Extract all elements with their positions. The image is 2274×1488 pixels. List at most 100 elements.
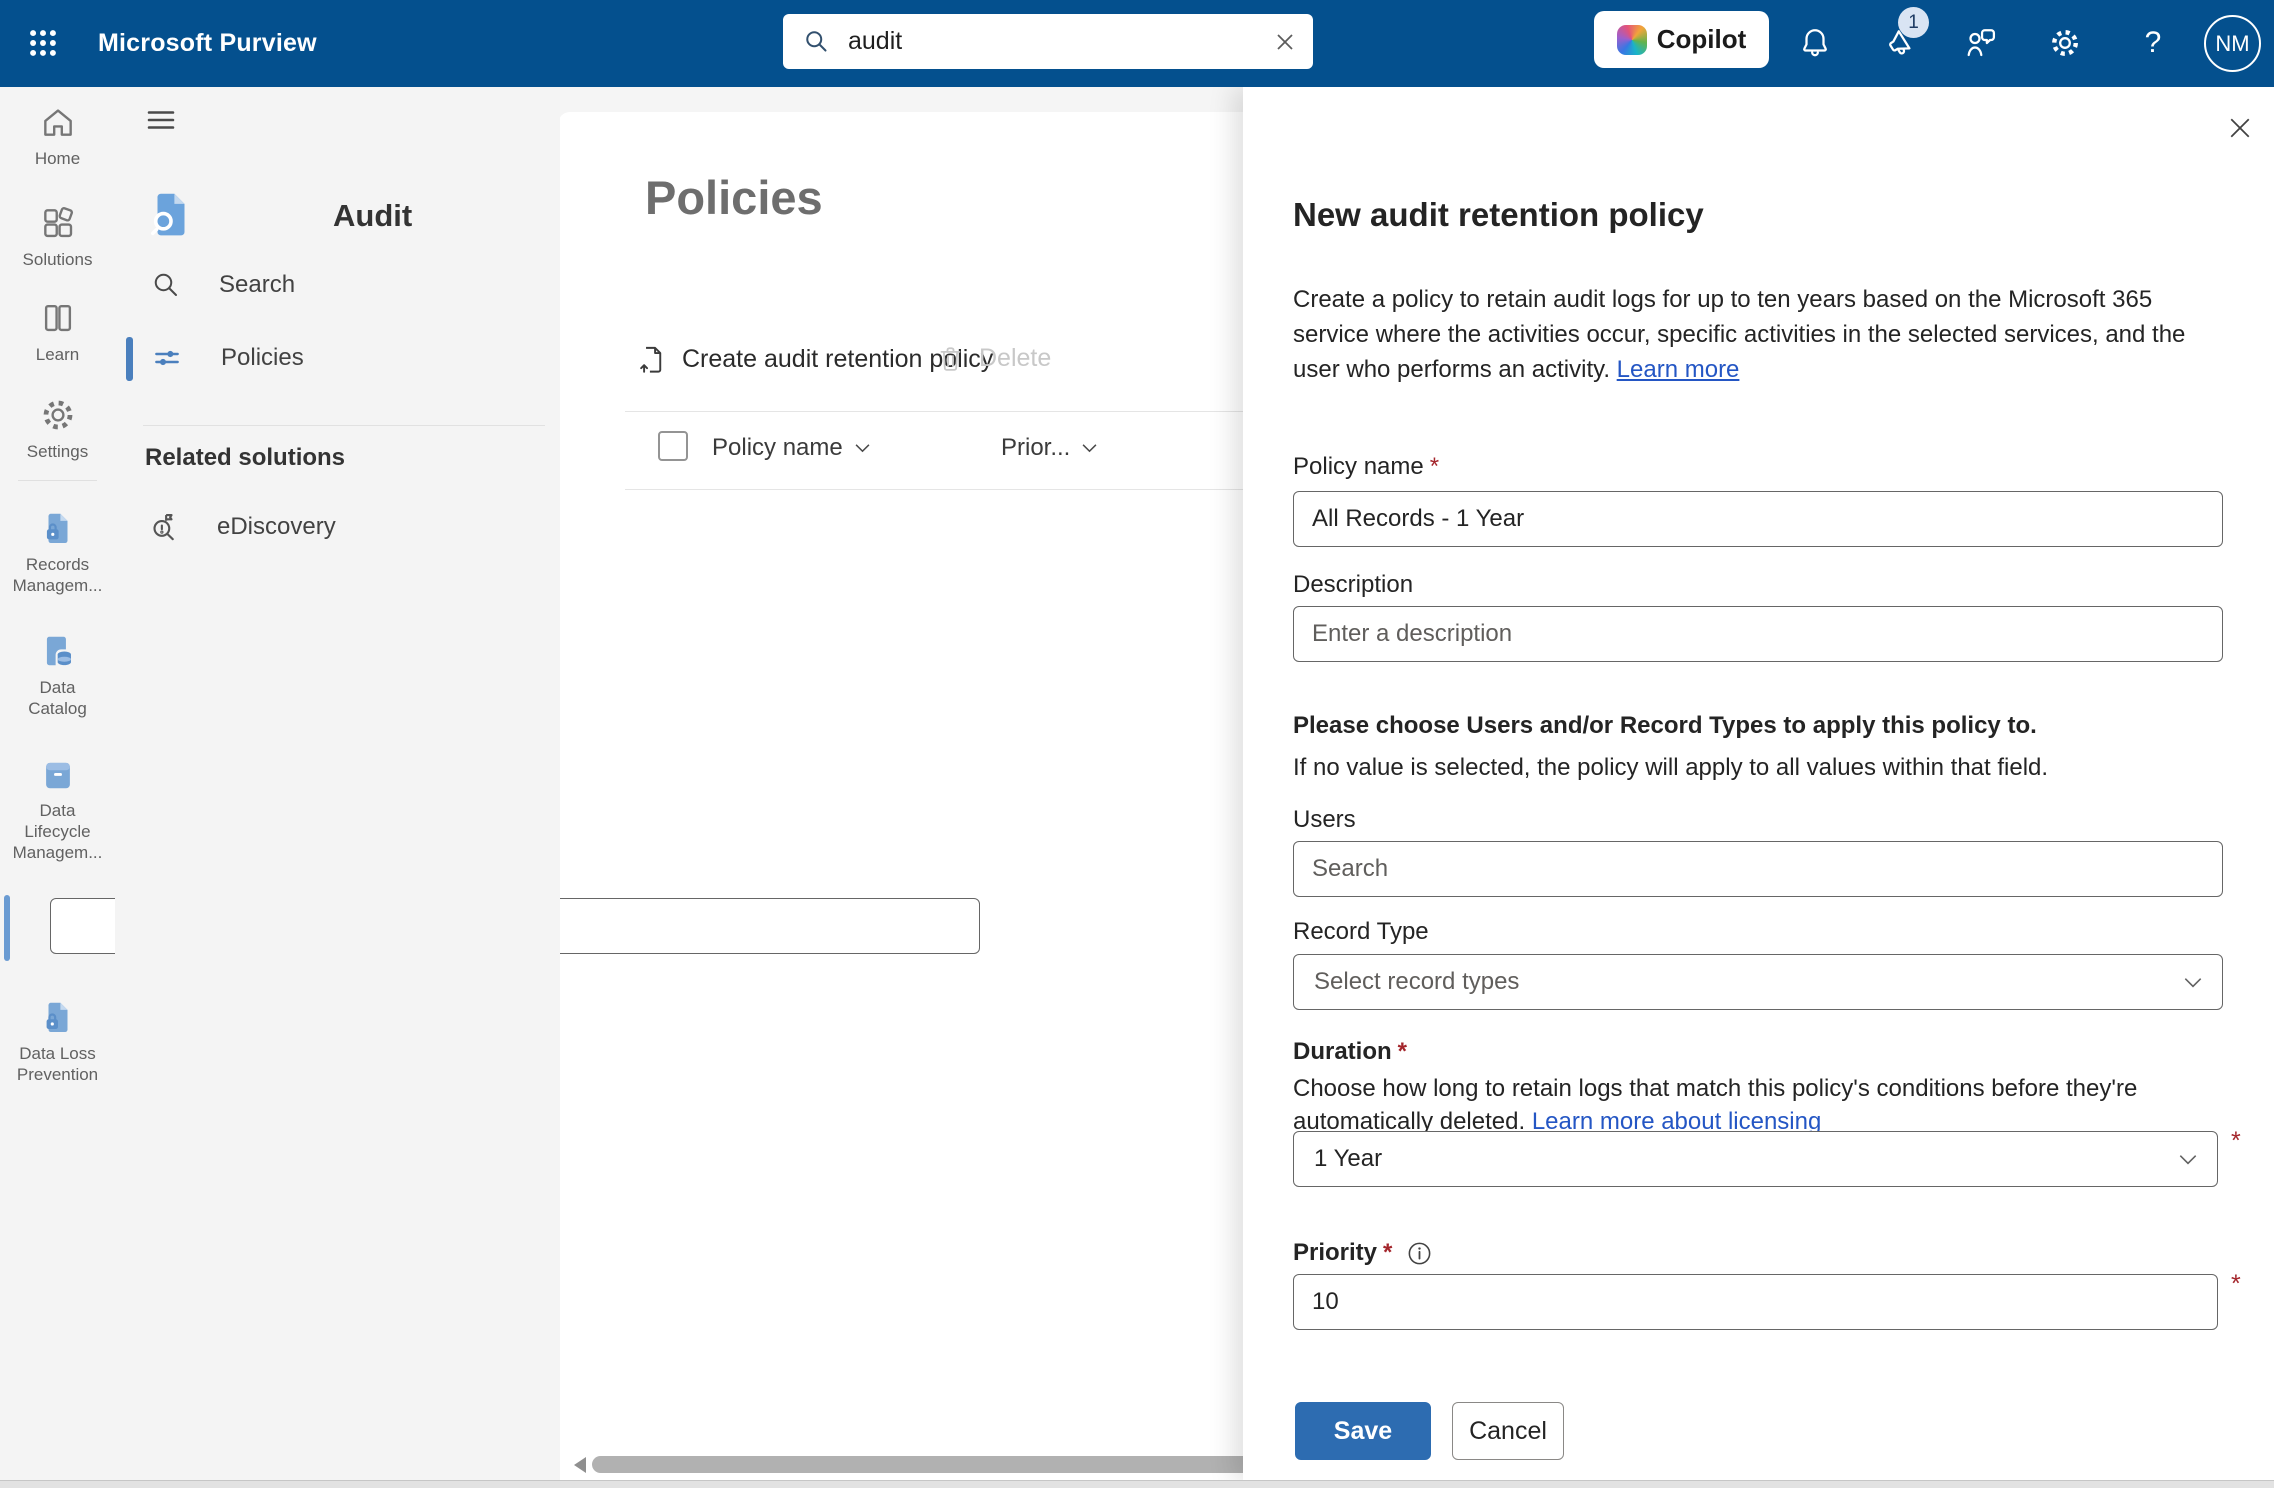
solution-nav-panel: Audit Search Policies Related solutions — [115, 87, 560, 1488]
settings-gear-icon — [39, 396, 77, 434]
details-panel: New audit retention policy Create a poli… — [1243, 87, 2274, 1480]
horizontal-scrollbar-thumb[interactable] — [592, 1456, 1292, 1473]
feedback-button[interactable] — [1962, 24, 2000, 62]
waffle-icon — [26, 26, 60, 60]
required-asterisk: * — [1398, 1038, 1407, 1065]
rail-item-home[interactable]: Home — [0, 103, 115, 169]
search-icon — [803, 28, 830, 55]
product-title: Microsoft Purview — [98, 0, 317, 87]
nav-item-search[interactable]: Search — [151, 270, 295, 300]
rail-divider — [18, 480, 97, 481]
search-icon — [151, 270, 181, 300]
nav-audit-icon-wrap — [144, 187, 198, 241]
rail-item-records-management[interactable]: Records Managem... — [0, 509, 115, 596]
new-document-icon — [637, 344, 668, 375]
sort-chevron-icon — [855, 443, 870, 453]
users-search-input[interactable] — [1293, 841, 2223, 897]
panel-title: New audit retention policy — [1293, 196, 1704, 234]
rail-item-data-catalog[interactable]: Data Catalog — [0, 632, 115, 719]
panel-intro: Create a policy to retain audit logs for… — [1293, 282, 2203, 387]
copilot-button[interactable]: Copilot — [1594, 11, 1769, 68]
chevron-down-icon — [2184, 977, 2202, 988]
description-input[interactable] — [1293, 606, 2223, 662]
settings-button[interactable] — [2046, 24, 2084, 62]
description-label: Description — [1293, 571, 1413, 599]
chevron-down-icon — [2179, 1154, 2197, 1165]
duration-label: Duration* — [1293, 1038, 1407, 1066]
gear-icon — [2048, 26, 2082, 60]
priority-input[interactable] — [1293, 1274, 2218, 1330]
page-title: Policies — [645, 170, 823, 225]
record-type-select[interactable]: Select record types — [1293, 954, 2223, 1010]
required-asterisk: * — [1430, 453, 1439, 480]
rail-item-solutions[interactable]: Solutions — [0, 204, 115, 270]
purview-app: Microsoft Purview Copilot — [0, 0, 2274, 1488]
column-header-priority[interactable]: Prior... — [1001, 434, 1097, 462]
rail-item-settings[interactable]: Settings — [0, 396, 115, 462]
data-lifecycle-icon — [39, 755, 77, 793]
nav-divider — [143, 425, 545, 426]
help-button[interactable]: ? — [2134, 24, 2172, 62]
required-asterisk: * — [1383, 1239, 1392, 1267]
avatar-initials: NM — [2215, 31, 2249, 57]
nav-title-audit: Audit — [333, 198, 412, 234]
delete-label: Delete — [979, 344, 1051, 373]
home-icon — [39, 103, 77, 141]
app-rail: Home Solutions Learn — [0, 87, 115, 1488]
feedback-icon — [1963, 25, 1999, 61]
global-search-input[interactable] — [846, 26, 1271, 57]
users-label: Users — [1293, 806, 1356, 834]
delete-button[interactable]: Delete — [936, 344, 1051, 373]
trash-icon — [936, 344, 965, 373]
rail-item-data-loss-prevention[interactable]: Data Loss Prevention — [0, 998, 115, 1085]
select-all-checkbox[interactable] — [658, 431, 688, 461]
waffle-menu-button[interactable] — [24, 24, 62, 62]
notifications-button[interactable] — [1796, 24, 1834, 62]
clear-search-icon[interactable] — [1271, 28, 1299, 56]
sort-chevron-icon — [1082, 443, 1097, 453]
record-type-label: Record Type — [1293, 918, 1429, 946]
cancel-button[interactable]: Cancel — [1452, 1402, 1564, 1460]
help-icon: ? — [2145, 26, 2162, 60]
filters-icon — [151, 342, 183, 374]
close-button[interactable] — [2220, 108, 2260, 148]
scope-heading: Please choose Users and/or Record Types … — [1293, 712, 2037, 740]
scroll-left-arrow[interactable] — [566, 1457, 586, 1473]
account-button[interactable]: NM — [2204, 15, 2261, 72]
copilot-icon — [1617, 25, 1647, 55]
required-asterisk: * — [2231, 1127, 2241, 1156]
selected-indicator — [126, 337, 133, 381]
notification-badge: 1 — [1898, 7, 1929, 38]
scope-note: If no value is selected, the policy will… — [1293, 754, 2048, 782]
duration-select[interactable]: 1 Year — [1293, 1131, 2218, 1187]
bell-icon — [1798, 26, 1832, 60]
copilot-label: Copilot — [1657, 24, 1747, 55]
audit-icon — [144, 187, 198, 241]
info-icon[interactable] — [1406, 1240, 1433, 1267]
hamburger-button[interactable] — [143, 102, 179, 138]
data-catalog-icon — [39, 632, 77, 670]
rail-item-data-lifecycle[interactable]: Data Lifecycle Managem... — [0, 755, 115, 863]
nav-item-ediscovery[interactable]: eDiscovery — [147, 510, 336, 544]
close-icon — [2225, 113, 2255, 143]
window-bottom-edge — [0, 1480, 2274, 1488]
related-solutions-heading: Related solutions — [145, 444, 345, 472]
rail-item-learn[interactable]: Learn — [0, 299, 115, 365]
policy-name-input[interactable] — [1293, 491, 2223, 547]
nav-item-policies[interactable]: Policies — [151, 342, 304, 374]
global-search — [783, 14, 1313, 69]
ediscovery-icon — [147, 510, 181, 544]
policy-name-label: Policy name* — [1293, 453, 1439, 481]
column-header-policy-name[interactable]: Policy name — [712, 434, 870, 462]
app-topbar: Microsoft Purview Copilot — [0, 0, 2274, 87]
save-button[interactable]: Save — [1295, 1402, 1431, 1460]
learn-more-link[interactable]: Learn more — [1617, 356, 1740, 383]
hamburger-icon — [143, 102, 179, 138]
priority-label: Priority* — [1293, 1239, 1433, 1267]
solutions-icon — [39, 204, 77, 242]
dlp-icon — [39, 998, 77, 1036]
required-asterisk: * — [2231, 1270, 2241, 1299]
learn-icon — [39, 299, 77, 337]
duration-desc: Choose how long to retain logs that matc… — [1293, 1072, 2183, 1138]
records-management-icon — [39, 509, 77, 547]
